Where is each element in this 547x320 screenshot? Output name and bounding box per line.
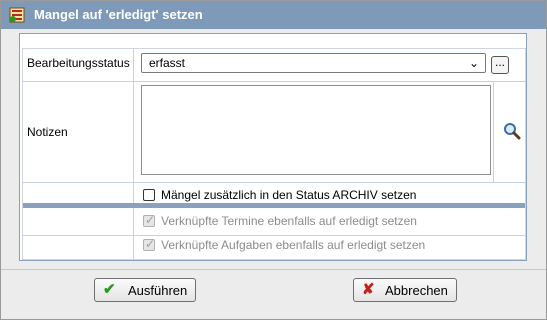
- termine-checkbox-label: Verknüpfte Termine ebenfalls auf erledig…: [161, 214, 417, 228]
- execute-label: Ausführen: [128, 283, 188, 298]
- archive-checkbox[interactable]: [143, 189, 155, 201]
- termine-checkbox: ✓: [143, 213, 156, 227]
- execute-button[interactable]: ✔ Ausführen: [94, 278, 196, 302]
- chevron-down-icon: ⌄: [468, 56, 479, 70]
- dialog-window: Mangel auf 'erledigt' setzen Bearbeitung…: [0, 0, 547, 320]
- magnifier-icon[interactable]: [503, 122, 521, 140]
- title-bar: Mangel auf 'erledigt' setzen: [1, 1, 546, 29]
- status-select[interactable]: erfasst ⌄: [141, 53, 486, 73]
- archive-checkbox-label: Mängel zusätzlich in den Status ARCHIV s…: [161, 188, 417, 202]
- aufgaben-checkbox-label: Verknüpfte Aufgaben ebenfalls auf erledi…: [161, 238, 426, 252]
- app-icon: [9, 7, 25, 23]
- form-grid: Bearbeitungsstatus erfasst ⌄ ... Notizen…: [22, 48, 526, 260]
- row-divider: [23, 81, 525, 82]
- checkmark-icon: ✔: [103, 281, 116, 298]
- aufgaben-checkbox: ✓: [143, 237, 156, 251]
- notes-textarea[interactable]: [141, 85, 491, 175]
- column-divider-right: [493, 82, 494, 182]
- status-value: erfasst: [149, 56, 186, 70]
- check-icon: ✓: [145, 213, 156, 227]
- section-separator: [23, 203, 525, 208]
- status-label: Bearbeitungsstatus: [27, 56, 130, 70]
- more-button[interactable]: ...: [491, 56, 509, 74]
- close-icon: ✘: [362, 281, 375, 298]
- cancel-button[interactable]: ✘ Abbrechen: [353, 278, 457, 302]
- row-divider: [23, 182, 525, 183]
- check-icon: ✓: [145, 237, 156, 251]
- row-divider: [23, 235, 525, 236]
- window-title: Mangel auf 'erledigt' setzen: [34, 7, 203, 22]
- notes-label: Notizen: [27, 125, 68, 139]
- cancel-label: Abbrechen: [385, 283, 448, 298]
- footer-divider: [1, 269, 546, 270]
- form-panel: Bearbeitungsstatus erfasst ⌄ ... Notizen…: [19, 33, 527, 261]
